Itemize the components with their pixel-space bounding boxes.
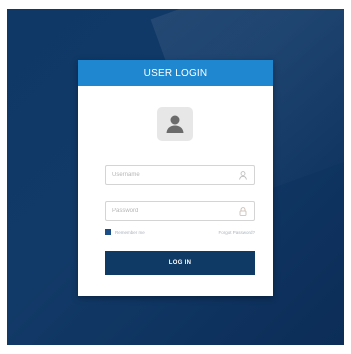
lock-icon (238, 206, 248, 216)
login-button[interactable]: LOG IN (105, 251, 255, 275)
login-card: USER LOGIN Remember me Forg (78, 60, 273, 296)
remember-checkbox[interactable] (105, 229, 111, 235)
avatar (157, 107, 193, 141)
remember-me[interactable]: Remember me (105, 229, 145, 235)
forgot-password-link[interactable]: Forgot Password? (218, 230, 255, 235)
login-card-header: USER LOGIN (78, 60, 273, 86)
username-input[interactable] (112, 172, 232, 178)
password-input[interactable] (112, 208, 232, 214)
user-avatar-icon (166, 115, 184, 133)
remember-row: Remember me Forgot Password? (105, 227, 255, 237)
remember-label: Remember me (115, 229, 145, 235)
username-field[interactable] (105, 165, 255, 185)
login-title: USER LOGIN (143, 67, 208, 79)
password-field[interactable] (105, 201, 255, 221)
user-icon (238, 170, 248, 180)
